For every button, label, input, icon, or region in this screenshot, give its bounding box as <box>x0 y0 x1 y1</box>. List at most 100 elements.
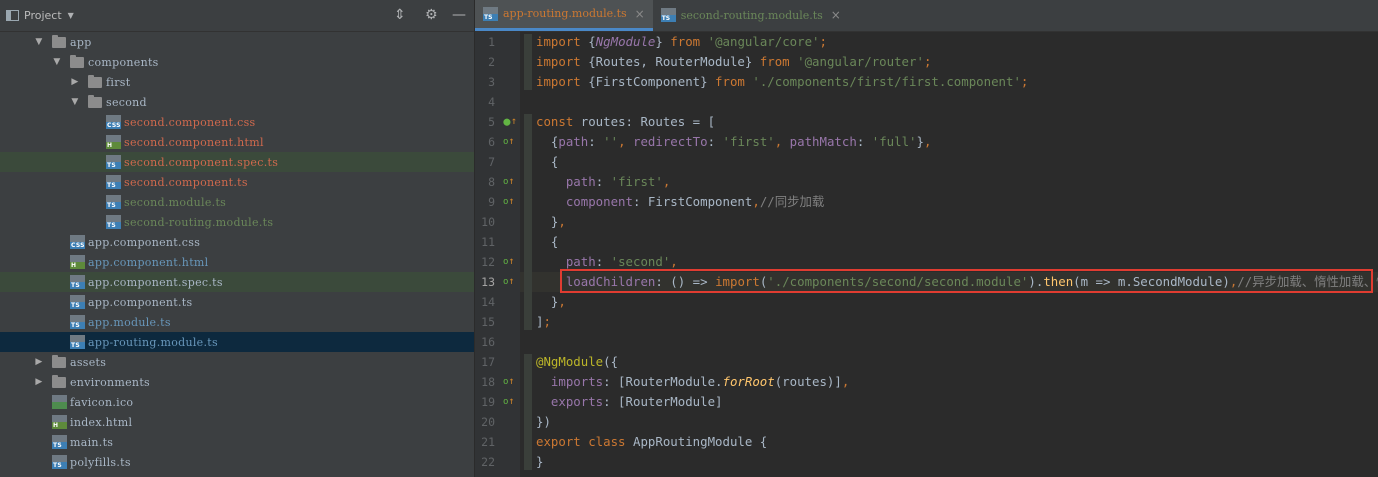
code-line[interactable]: path: 'first', <box>536 172 670 192</box>
tree-folder[interactable]: ▶ assets <box>0 352 474 372</box>
tree-file[interactable]: TS app.module.ts <box>0 312 474 332</box>
code-line[interactable]: import {Routes, RouterModule} from '@ang… <box>536 52 931 72</box>
tree-folder[interactable]: ▶ environments <box>0 372 474 392</box>
line-number: 14 <box>481 295 495 309</box>
code-line[interactable]: }, <box>536 292 566 312</box>
code-token: : <box>595 174 611 189</box>
line-number: 13 <box>481 275 495 289</box>
tree-file[interactable]: TS main.ts <box>0 432 474 452</box>
line-number: 1 <box>488 35 495 49</box>
code-token: ; <box>819 34 827 49</box>
gutter-marker-icon[interactable]: ⬤↑ <box>503 112 517 132</box>
code-token: '@angular/router' <box>797 54 924 69</box>
code-token: ; <box>1020 74 1029 89</box>
gutter-marker-icon[interactable]: o↑ <box>503 192 514 212</box>
gutter-marker-icon[interactable]: o↑ <box>503 392 514 412</box>
code-token: routes: Routes = [ <box>580 114 716 129</box>
tree-file[interactable]: TS second-routing.module.ts <box>0 212 474 232</box>
gear-icon[interactable]: ⚙ <box>425 8 438 22</box>
line-number: 11 <box>481 235 495 249</box>
tree-file[interactable]: TS app.component.spec.ts <box>0 272 474 292</box>
tree-file[interactable]: TS second.module.ts <box>0 192 474 212</box>
tree-folder[interactable]: ▼ app <box>0 32 474 52</box>
tree-file[interactable]: TS app-routing.module.ts <box>0 332 474 352</box>
tree-folder[interactable]: ▶ first <box>0 72 474 92</box>
tree-file[interactable]: TS second.component.ts <box>0 172 474 192</box>
collapsed-arrow-icon[interactable]: ▶ <box>34 377 44 387</box>
code-line[interactable]: }) <box>536 412 551 432</box>
code-line[interactable]: import {NgModule} from '@angular/core'; <box>536 32 827 52</box>
chevron-down-icon[interactable]: ▼ <box>68 11 74 20</box>
code-token: component <box>565 194 633 209</box>
code-token: const <box>536 114 581 129</box>
fold-guide <box>524 34 532 90</box>
project-title[interactable]: Project <box>24 9 62 22</box>
code-token: path <box>565 254 596 269</box>
close-icon[interactable]: × <box>831 8 841 22</box>
tree-file[interactable]: CSS second.component.css <box>0 112 474 132</box>
line-number: 8 <box>488 175 495 189</box>
hide-panel-icon[interactable]: — <box>452 8 466 22</box>
editor-tab[interactable]: TS second-routing.module.ts × <box>653 0 849 31</box>
line-number: 2 <box>488 55 495 69</box>
tree-file[interactable]: CSS app.component.css <box>0 232 474 252</box>
code-token: '' <box>603 134 619 149</box>
ts-file-icon: TS <box>106 215 121 229</box>
code-token: from <box>759 54 798 69</box>
code-token: , <box>670 254 678 269</box>
ts-file-icon: TS <box>70 315 85 329</box>
expanded-arrow-icon[interactable]: ▼ <box>70 97 80 107</box>
tree-folder[interactable]: ▼ components <box>0 52 474 72</box>
gutter-marker-icon[interactable]: o↑ <box>503 132 514 152</box>
code-line[interactable]: } <box>536 452 543 472</box>
code-line[interactable]: export class AppRoutingModule { <box>536 432 767 452</box>
code-editor[interactable]: import {NgModule} from '@angular/core'; i… <box>520 32 1378 477</box>
close-icon[interactable]: × <box>635 7 645 21</box>
code-token: import <box>536 54 589 69</box>
tree-folder[interactable]: ▼ second <box>0 92 474 112</box>
tree-file[interactable]: favicon.ico <box>0 392 474 412</box>
folder-icon <box>52 355 66 368</box>
code-line[interactable]: exports: [RouterModule] <box>536 392 723 412</box>
code-token: imports <box>550 374 604 389</box>
collapse-all-icon[interactable]: ⇕ <box>394 8 406 22</box>
code-token: export class <box>536 434 633 449</box>
tree-file[interactable]: Hindex.html <box>0 412 474 432</box>
collapsed-arrow-icon[interactable]: ▶ <box>70 77 80 87</box>
code-line[interactable]: }, <box>536 212 566 232</box>
gutter-marker-icon[interactable]: o↑ <box>503 372 514 392</box>
code-line[interactable]: const routes: Routes = [ <box>536 112 715 132</box>
expanded-arrow-icon[interactable]: ▼ <box>52 57 62 67</box>
code-line[interactable]: imports: [RouterModule.forRoot(routes)], <box>536 372 849 392</box>
gutter-marker-icon[interactable]: o↑ <box>503 252 514 272</box>
code-token: redirectTo <box>633 134 708 149</box>
tree-file[interactable]: TS app.component.ts <box>0 292 474 312</box>
expanded-arrow-icon[interactable]: ▼ <box>34 37 44 47</box>
html-file-icon: H <box>70 255 85 269</box>
code-line[interactable]: import {FirstComponent} from './componen… <box>536 72 1028 92</box>
code-line[interactable]: component: FirstComponent,//同步加载 <box>536 192 824 212</box>
tree-file[interactable]: TS second.component.spec.ts <box>0 152 474 172</box>
gutter-marker-icon[interactable]: o↑ <box>503 272 514 292</box>
gutter-marker-icon[interactable]: o↑ <box>503 172 514 192</box>
folder-icon <box>52 375 66 388</box>
tree-item-label: app-routing.module.ts <box>88 335 218 349</box>
code-line[interactable]: @NgModule({ <box>536 352 618 372</box>
tree-file[interactable]: Hsecond.component.html <box>0 132 474 152</box>
line-number: 5 <box>488 115 495 129</box>
tree-file[interactable]: TS polyfills.ts <box>0 452 474 472</box>
tree-item-label: second <box>106 95 147 109</box>
tree-item-label: index.html <box>70 415 133 429</box>
tree-file[interactable]: Happ.component.html <box>0 252 474 272</box>
ts-file-icon: TS <box>660 8 676 22</box>
code-line[interactable]: {path: '', redirectTo: 'first', pathMatc… <box>536 132 932 152</box>
code-line[interactable]: { <box>536 152 558 172</box>
line-number: 21 <box>481 435 495 449</box>
code-line[interactable]: { <box>536 232 558 252</box>
code-line[interactable]: ]; <box>536 312 551 332</box>
html-file-icon: H <box>106 135 121 149</box>
editor-tab[interactable]: TS app-routing.module.ts × <box>475 0 653 31</box>
collapsed-arrow-icon[interactable]: ▶ <box>34 357 44 367</box>
code-token: //同步加载 <box>759 194 825 209</box>
